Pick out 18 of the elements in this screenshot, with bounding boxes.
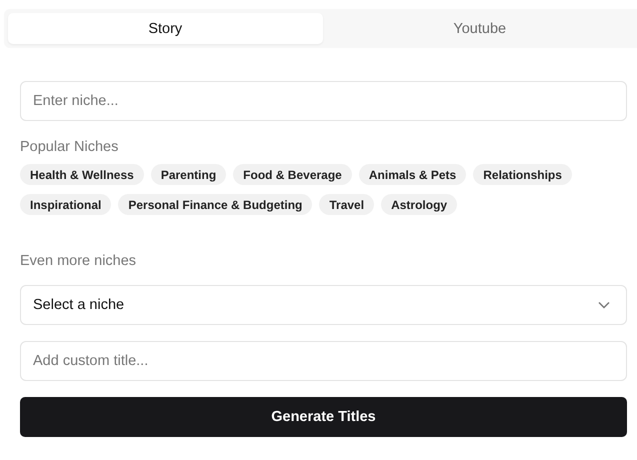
- niche-chip[interactable]: Relationships: [473, 164, 572, 185]
- niche-chip[interactable]: Inspirational: [20, 194, 112, 215]
- tab[interactable]: Story: [8, 13, 322, 44]
- niche-chip[interactable]: Food & Beverage: [233, 164, 352, 185]
- niche-chip[interactable]: Personal Finance & Budgeting: [118, 194, 312, 215]
- niche-input-field[interactable]: Enter niche...: [20, 81, 627, 121]
- niche-chip[interactable]: Health & Wellness: [20, 164, 144, 185]
- niche-chip[interactable]: Astrology: [381, 194, 458, 215]
- tab[interactable]: Youtube: [322, 13, 637, 44]
- generate-titles-button[interactable]: Generate Titles: [20, 397, 627, 437]
- section-heading: Popular Niches: [20, 139, 120, 155]
- custom-title-field[interactable]: Add custom title...: [20, 341, 627, 381]
- niche-chip[interactable]: Travel: [319, 194, 374, 215]
- section-heading: Even more niches: [20, 253, 138, 269]
- chevron-down-icon: [598, 301, 610, 309]
- niche-chip[interactable]: Parenting: [150, 164, 226, 185]
- niche-chip[interactable]: Animals & Pets: [358, 164, 466, 185]
- niche-select[interactable]: Select a niche: [20, 285, 627, 325]
